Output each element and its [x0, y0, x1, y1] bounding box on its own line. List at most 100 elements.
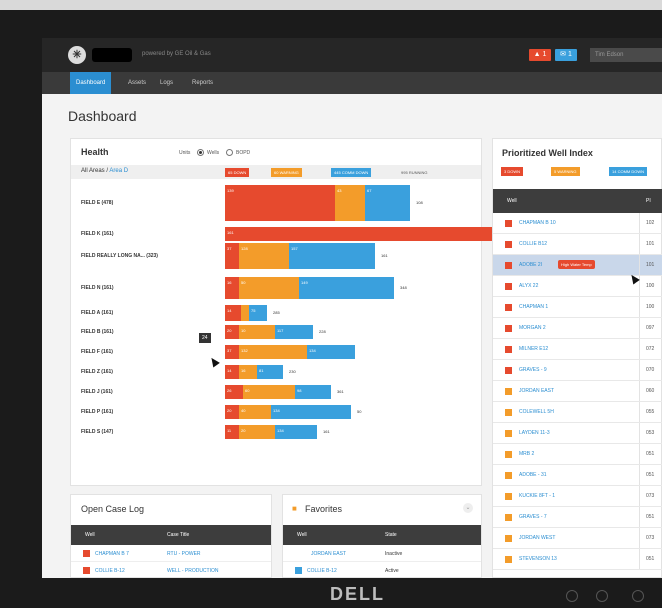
- field-label[interactable]: FIELD P (161): [81, 409, 113, 415]
- pwi-row[interactable]: COLLIE B12 101: [493, 234, 662, 255]
- pwi-row[interactable]: MILNER E12 072: [493, 339, 662, 360]
- well-name-link[interactable]: ADOBE 2I: [519, 262, 542, 268]
- health-field-row[interactable]: FIELD B (161) 20 10 117 228: [71, 325, 481, 339]
- well-name-link[interactable]: JORDAN EAST: [311, 551, 346, 557]
- bar-segment-down[interactable]: 37: [225, 243, 239, 269]
- pwi-row[interactable]: COLEWELL 5H 055: [493, 402, 662, 423]
- field-label[interactable]: FIELD N (161): [81, 285, 114, 291]
- well-name-link[interactable]: GRAVES - 9: [519, 367, 547, 373]
- units-wells-radio[interactable]: [197, 149, 204, 156]
- pwi-row[interactable]: MRB 2 051: [493, 444, 662, 465]
- breadcrumb-leaf[interactable]: Area D: [109, 168, 128, 174]
- bar-segment-down[interactable]: 14: [225, 365, 239, 379]
- bar-segment-warning[interactable]: 60: [243, 385, 295, 399]
- bar-segment-comm-down[interactable]: 117: [275, 325, 313, 339]
- legend-comm-down[interactable]: 445 COMM DOWN: [331, 168, 372, 177]
- pwi-row[interactable]: KUCKIE 8FT - 1 073: [493, 486, 662, 507]
- field-label[interactable]: FIELD Z (161): [81, 369, 113, 375]
- nav-assets[interactable]: Assets: [122, 72, 152, 94]
- bar-segment-comm-down[interactable]: 98: [295, 385, 331, 399]
- health-field-row[interactable]: FIELD K (161) 161: [71, 227, 515, 241]
- pwi-col-pi[interactable]: PI: [646, 189, 651, 213]
- ocl-row[interactable]: COLLIE B-12 WELL - PRODUCTION: [71, 562, 271, 578]
- health-field-row[interactable]: FIELD F (161) 37 132 134: [71, 345, 481, 359]
- fav-row[interactable]: JORDAN EAST Inactive: [283, 545, 481, 562]
- bar-segment-warning[interactable]: 50: [239, 277, 299, 299]
- well-name-link[interactable]: CHAPMAN B 10: [519, 220, 556, 226]
- health-field-row[interactable]: FIELD E (478) 139 43 67 108: [71, 185, 481, 221]
- bar-segment-warning[interactable]: 132: [239, 345, 307, 359]
- pwi-row[interactable]: MORGAN 2 097: [493, 318, 662, 339]
- well-name-link[interactable]: MILNER E12: [519, 346, 548, 352]
- pwi-row[interactable]: ADOBE - 31 051: [493, 465, 662, 486]
- pwi-row[interactable]: ADOBE 2I 101 High Water Temp: [493, 255, 662, 276]
- bar-segment-down[interactable]: 16: [225, 277, 239, 299]
- breadcrumb-root[interactable]: All Areas: [81, 168, 105, 174]
- well-name-link[interactable]: CHAPMAN B 7: [95, 551, 129, 557]
- bar-segment-down[interactable]: 14: [225, 305, 241, 321]
- well-name-link[interactable]: KUCKIE 8FT - 1: [519, 493, 555, 499]
- nav-reports[interactable]: Reports: [186, 72, 219, 94]
- pwi-row[interactable]: GRAVES - 9 070: [493, 360, 662, 381]
- bar-segment-down[interactable]: 37: [225, 345, 239, 359]
- pwi-row[interactable]: GRAVES - 7 051: [493, 507, 662, 528]
- pwi-chip-down[interactable]: 3 DOWN: [501, 167, 524, 176]
- pwi-row[interactable]: CHAPMAN 1 100: [493, 297, 662, 318]
- bar-segment-comm-down[interactable]: 81: [257, 365, 283, 379]
- well-name-link[interactable]: COLLIE B-12: [95, 568, 125, 574]
- well-name-link[interactable]: COLLIE B-12: [307, 568, 337, 574]
- legend-warning[interactable]: 60 WARNING: [271, 168, 302, 177]
- field-label[interactable]: FIELD A (161): [81, 310, 113, 316]
- fav-row[interactable]: COLLIE B-12 Active: [283, 562, 481, 578]
- bar-segment-warning[interactable]: 128: [239, 243, 289, 269]
- well-name-link[interactable]: STEVENSON 13: [519, 556, 557, 562]
- well-name-link[interactable]: ADOBE - 31: [519, 472, 547, 478]
- well-name-link[interactable]: JORDAN EAST: [519, 388, 554, 394]
- well-name-link[interactable]: COLLIE B12: [519, 241, 547, 247]
- pwi-chip-warning[interactable]: 5 WARNING: [551, 167, 580, 176]
- bar-segment-warning[interactable]: [241, 305, 249, 321]
- field-label[interactable]: FIELD F (161): [81, 349, 113, 355]
- well-name-link[interactable]: MORGAN 2: [519, 325, 546, 331]
- legend-running[interactable]: 995 RUNNING: [401, 168, 427, 177]
- field-label[interactable]: FIELD J (161): [81, 389, 113, 395]
- bar-segment-comm-down[interactable]: 134: [271, 405, 351, 419]
- bar-segment-warning[interactable]: 43: [335, 185, 365, 221]
- bar-segment-comm-down[interactable]: 134: [275, 425, 317, 439]
- fav-col-well[interactable]: Well: [297, 525, 307, 545]
- bar-segment-comm-down[interactable]: 67: [365, 185, 410, 221]
- bar-segment-down[interactable]: 20: [225, 325, 239, 339]
- pwi-row[interactable]: JORDAN WEST 073: [493, 528, 662, 549]
- chevron-down-icon[interactable]: ⌄: [463, 503, 473, 513]
- well-name-link[interactable]: COLEWELL 5H: [519, 409, 554, 415]
- well-name-link[interactable]: MRB 2: [519, 451, 534, 457]
- bar-segment-comm-down[interactable]: 157: [289, 243, 375, 269]
- case-title-link[interactable]: WELL - PRODUCTION: [167, 568, 218, 574]
- bar-segment-warning[interactable]: 10: [239, 325, 275, 339]
- bar-segment-down[interactable]: 26: [225, 385, 243, 399]
- fav-col-state[interactable]: State: [385, 525, 397, 545]
- field-label[interactable]: FIELD E (478): [81, 200, 113, 206]
- health-field-row[interactable]: FIELD N (161) 16 50 149 348: [71, 277, 481, 299]
- health-field-row[interactable]: FIELD Z (161) 14 16 81 230: [71, 365, 481, 379]
- field-label[interactable]: FIELD S (147): [81, 429, 113, 435]
- case-title-link[interactable]: RTU - POWER: [167, 551, 201, 557]
- pwi-col-well[interactable]: Well: [507, 189, 517, 213]
- bar-segment-comm-down[interactable]: 134: [307, 345, 355, 359]
- units-bopd-radio[interactable]: [226, 149, 233, 156]
- bar-segment-comm-down[interactable]: 149: [299, 277, 394, 299]
- ocl-row[interactable]: CHAPMAN B 7 RTU - POWER: [71, 545, 271, 562]
- pwi-row[interactable]: JORDAN EAST 060: [493, 381, 662, 402]
- pwi-row[interactable]: CHAPMAN B 10 102: [493, 213, 662, 234]
- bar-segment-warning[interactable]: 20: [239, 425, 275, 439]
- field-label[interactable]: FIELD K (161): [81, 231, 114, 237]
- well-name-link[interactable]: ALYX 22: [519, 283, 538, 289]
- health-field-row[interactable]: FIELD A (161) 14 75 285: [71, 305, 481, 321]
- messages-button[interactable]: ✉ 1: [555, 49, 577, 61]
- health-field-row[interactable]: FIELD J (161) 26 60 98 361: [71, 385, 481, 399]
- pwi-row[interactable]: STEVENSON 13 051: [493, 549, 662, 570]
- nav-logs[interactable]: Logs: [154, 72, 179, 94]
- field-label[interactable]: FIELD B (161): [81, 329, 114, 335]
- bar-segment-comm-down[interactable]: 75: [249, 305, 267, 321]
- well-name-link[interactable]: JORDAN WEST: [519, 535, 555, 541]
